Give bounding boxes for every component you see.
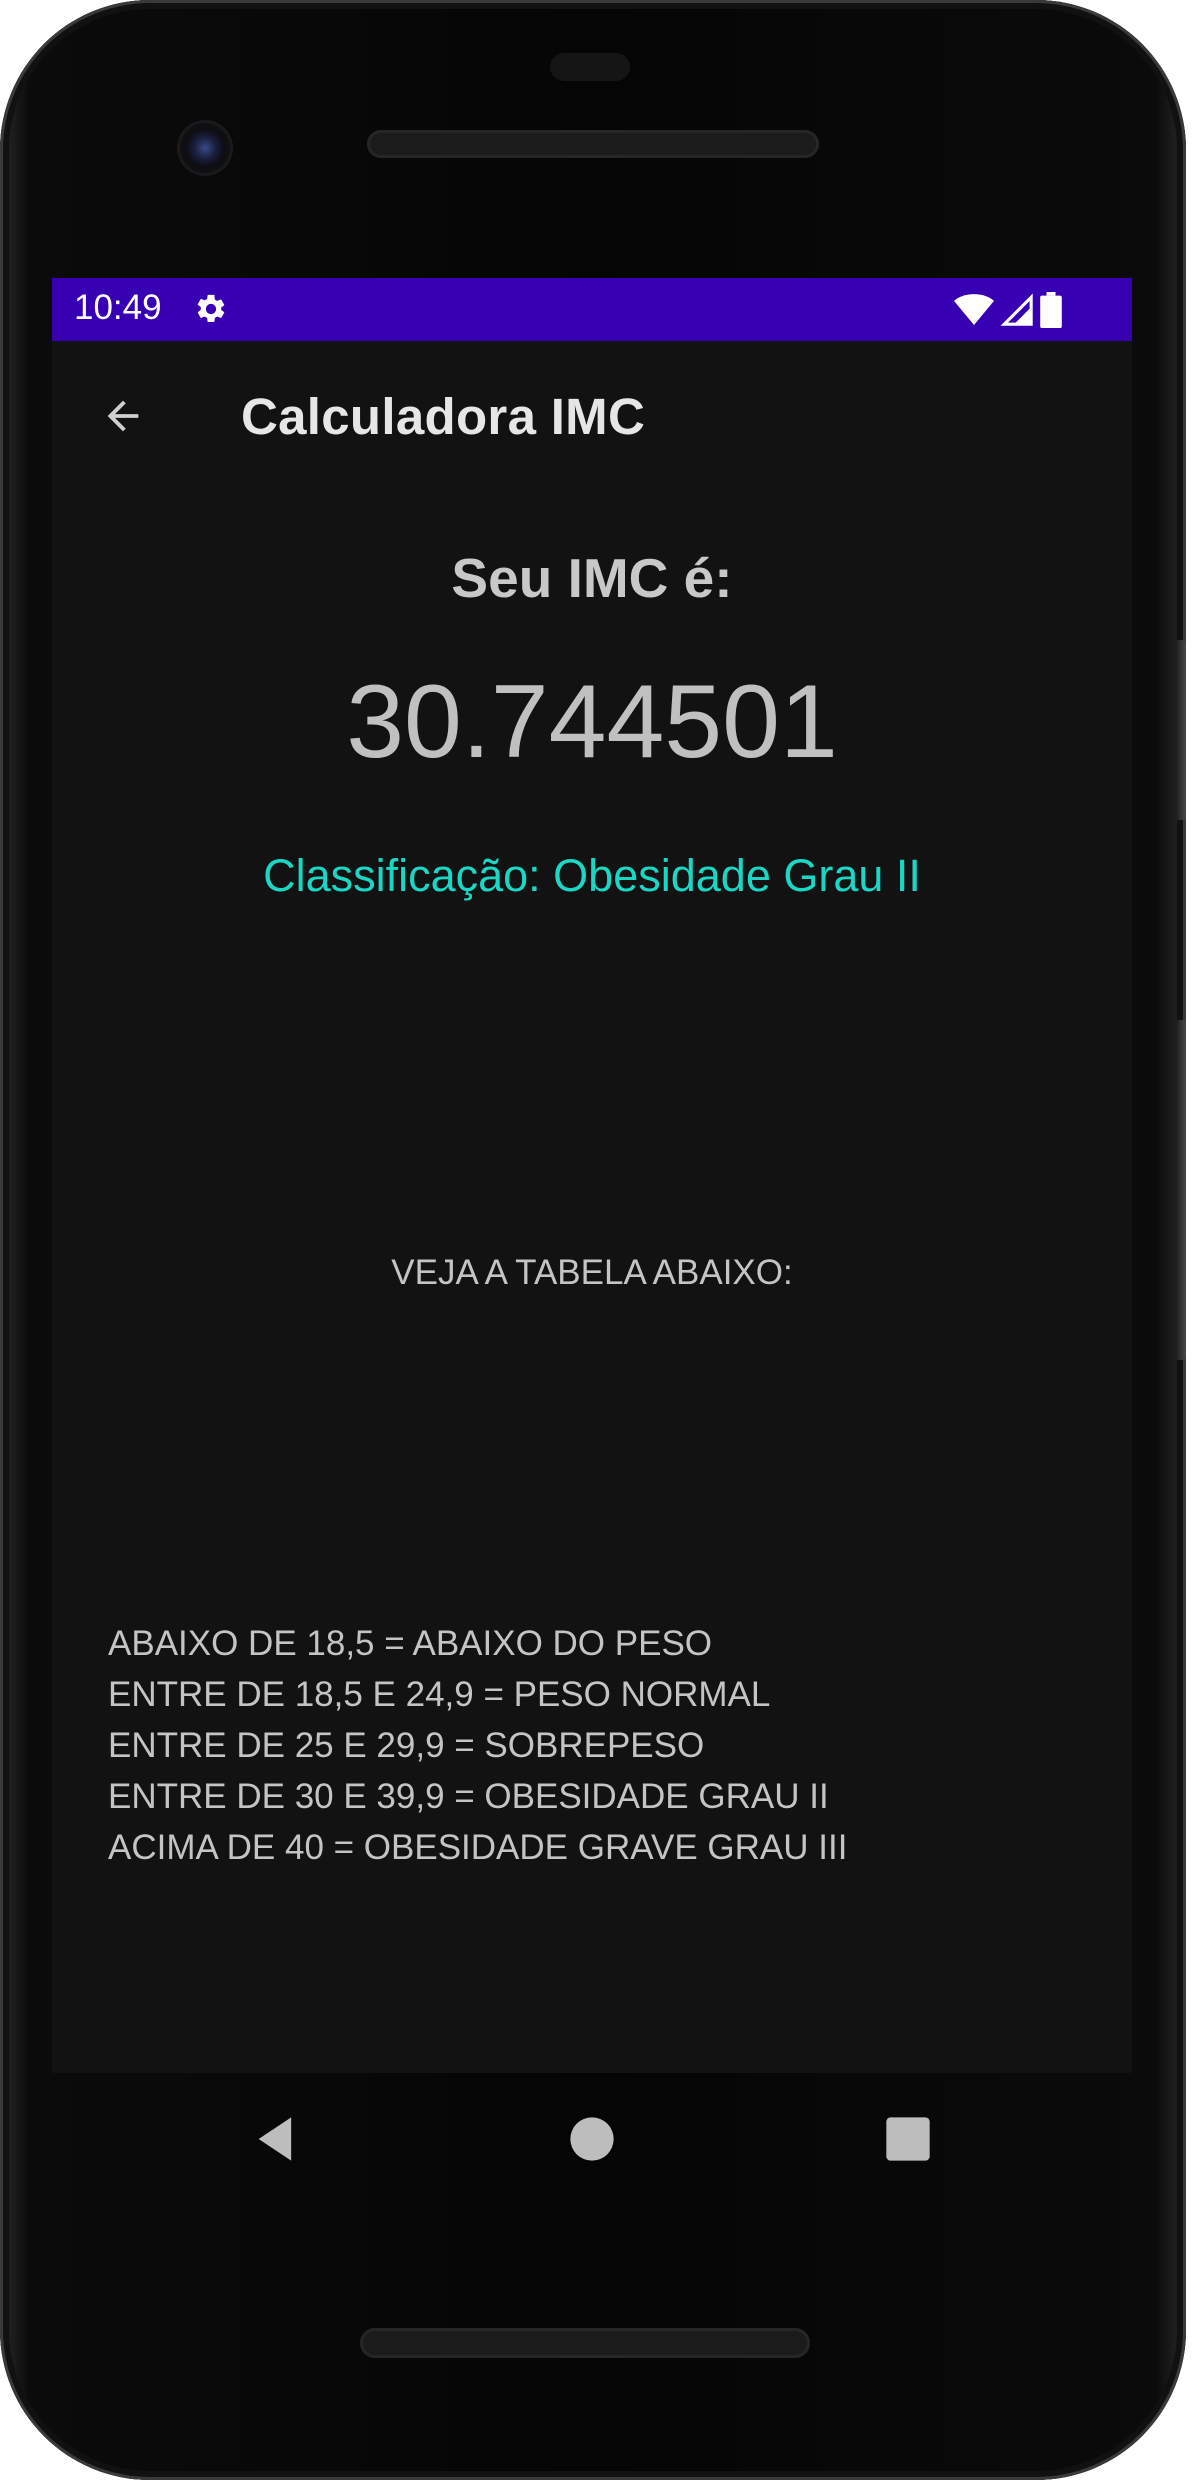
earpiece-speaker <box>367 130 819 158</box>
table-row: ABAIXO DE 18,5 = ABAIXO DO PESO <box>108 1624 713 1663</box>
wifi-icon <box>954 294 994 325</box>
imc-label: Seu IMC é: <box>451 547 733 609</box>
bottom-speaker <box>360 2328 810 2358</box>
volume-button <box>1176 640 1186 820</box>
table-row: ENTRE DE 18,5 E 24,9 = PESO NORMAL <box>108 1675 771 1714</box>
imc-value: 30.744501 <box>346 664 838 780</box>
gear-icon <box>197 294 225 323</box>
home-circle-icon[interactable] <box>566 2113 618 2165</box>
recents-square-icon[interactable] <box>882 2113 934 2165</box>
cell-signal-icon <box>1000 293 1033 326</box>
arrow-back-icon[interactable] <box>100 393 146 439</box>
status-time: 10:49 <box>74 288 162 327</box>
status-icons <box>954 290 1062 330</box>
navigation-bar <box>52 2073 1132 2203</box>
table-row: ACIMA DE 40 = OBESIDADE GRAVE GRAU III <box>108 1828 848 1867</box>
app-title: Calculadora IMC <box>241 388 646 445</box>
front-camera <box>180 123 230 173</box>
table-heading: VEJA A TABELA ABAIXO: <box>391 1253 793 1292</box>
classification-text: Classificação: Obesidade Grau II <box>263 850 921 901</box>
back-triangle-icon[interactable] <box>250 2113 302 2165</box>
app-bar: Calculadora IMC <box>52 341 1132 488</box>
imc-table: ABAIXO DE 18,5 = ABAIXO DO PESO ENTRE DE… <box>108 1618 1088 1873</box>
table-row: ENTRE DE 25 E 29,9 = SOBREPESO <box>108 1726 705 1765</box>
battery-icon <box>1040 292 1062 328</box>
proximity-sensor <box>550 53 630 81</box>
screen: 10:49 Calculadora IMC Seu IMC é: 30.7445… <box>52 278 1132 2073</box>
power-button <box>1176 1020 1186 1360</box>
phone-frame: 10:49 Calculadora IMC Seu IMC é: 30.7445… <box>0 0 1186 2480</box>
table-row: ENTRE DE 30 E 39,9 = OBESIDADE GRAU II <box>108 1777 829 1816</box>
status-bar: 10:49 <box>52 278 1132 341</box>
page: 10:49 Calculadora IMC Seu IMC é: 30.7445… <box>0 0 1194 2480</box>
